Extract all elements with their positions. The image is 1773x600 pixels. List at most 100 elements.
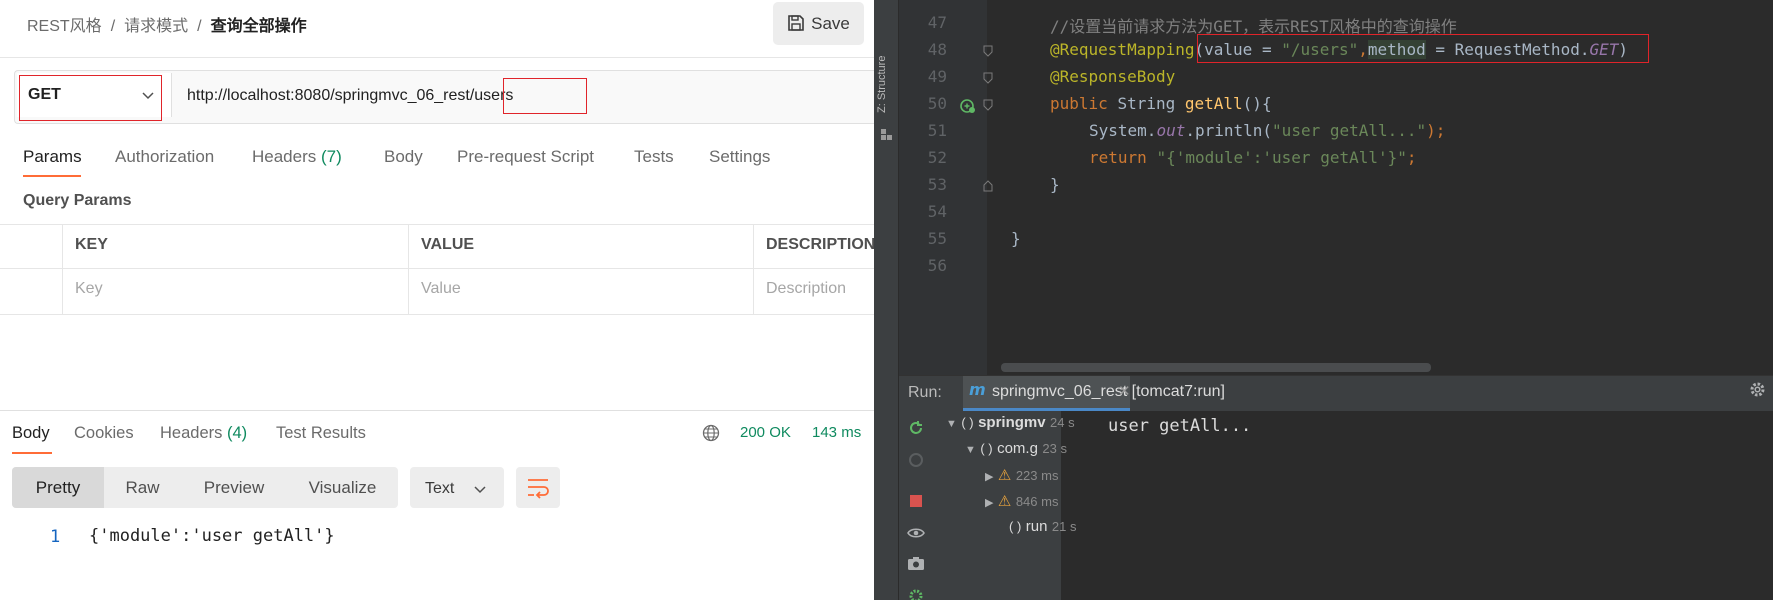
table-column-divider — [408, 224, 409, 314]
tree-node-label: run — [1025, 518, 1048, 535]
breadcrumb-separator: / — [197, 18, 202, 35]
tree-node[interactable]: ▶ ⚠ 846 ms — [985, 492, 1058, 511]
run-tab-label: springmvc_06_rest [tomcat7:run] — [992, 383, 1225, 400]
tab-tests[interactable]: Tests — [634, 147, 674, 167]
tab-authorization[interactable]: Authorization — [115, 147, 214, 167]
breadcrumb-folder[interactable]: 请求模式 — [124, 18, 188, 35]
tree-node[interactable]: ▼ ( ) springmv 24 s — [946, 414, 1075, 432]
table-border — [0, 314, 874, 315]
camera-icon[interactable] — [907, 556, 925, 571]
table-border — [0, 224, 874, 225]
code-closing-brace[interactable]: } — [1050, 175, 1060, 194]
tree-node[interactable]: ( ) run 21 s — [1009, 518, 1076, 536]
line-number: 47 — [927, 13, 947, 32]
annotation-response-body[interactable]: @ResponseBody — [1050, 67, 1175, 86]
running-icon: ( ) — [1009, 519, 1022, 534]
wrap-lines-icon — [528, 479, 549, 499]
response-tab-test-results[interactable]: Test Results — [276, 424, 366, 443]
breadcrumb: REST风格 / 请求模式 / 查询全部操作 — [27, 12, 307, 36]
expand-arrow-icon: ▶ — [985, 497, 994, 509]
horizontal-scrollbar[interactable] — [1001, 363, 1431, 372]
status-code[interactable]: 200 OK — [740, 424, 791, 441]
tree-node-time: 23 s — [1042, 441, 1067, 456]
url-highlight-box — [503, 78, 587, 114]
structure-tool-tab[interactable]: Z: Structure — [876, 45, 896, 123]
stop-icon[interactable] — [909, 494, 923, 508]
code-token: ; — [1406, 148, 1417, 167]
response-time[interactable]: 143 ms — [812, 424, 861, 441]
view-preview-button[interactable]: Preview — [181, 467, 287, 508]
structure-icon — [881, 129, 892, 140]
globe-icon[interactable] — [702, 424, 720, 442]
fold-marker-icon[interactable] — [983, 99, 993, 111]
code-line-return[interactable]: return "{'module':'user getAll'}"; — [1089, 148, 1417, 167]
running-icon: ( ) — [961, 415, 974, 430]
close-icon[interactable]: ✕ — [1118, 382, 1131, 400]
tab-prerequest-script[interactable]: Pre-request Script — [457, 147, 594, 167]
active-tab-indicator — [23, 175, 81, 177]
tree-node-label: com.g — [997, 440, 1038, 457]
method-highlight-box — [19, 75, 162, 121]
column-header-description: DESCRIPTION — [766, 236, 874, 253]
line-number: 55 — [927, 229, 947, 248]
breadcrumb-collection[interactable]: REST风格 — [27, 18, 102, 35]
rerun-failed-icon[interactable] — [908, 452, 924, 468]
tab-headers-label: Headers — [252, 147, 317, 166]
url-input[interactable]: http://localhost:8080/springmvc_06_rest/… — [187, 87, 513, 105]
response-tab-headers-count: (4) — [226, 424, 248, 442]
fold-marker-icon[interactable] — [983, 72, 993, 84]
console-output[interactable]: user getAll... — [1108, 416, 1251, 436]
code-token: .println( — [1185, 121, 1273, 140]
breadcrumb-request-name[interactable]: 查询全部操作 — [211, 18, 307, 35]
wrap-lines-button[interactable] — [516, 467, 560, 508]
tab-headers[interactable]: Headers (7) — [252, 147, 342, 167]
tab-body[interactable]: Body — [384, 147, 423, 167]
tree-node[interactable]: ▶ ⚠ 223 ms — [985, 466, 1058, 485]
expand-arrow-icon: ▼ — [965, 444, 976, 456]
response-tab-headers[interactable]: Headers (4) — [160, 424, 247, 443]
tab-settings[interactable]: Settings — [709, 147, 770, 167]
tree-node-time: 24 s — [1050, 415, 1075, 430]
response-tab-body[interactable]: Body — [12, 424, 50, 443]
postman-panel: REST风格 / 请求模式 / 查询全部操作 Save GET http://local… — [0, 0, 874, 600]
view-raw-button[interactable]: Raw — [104, 467, 181, 508]
tree-node[interactable]: ▼ ( ) com.g 23 s — [965, 440, 1067, 458]
gear-icon[interactable] — [1749, 381, 1766, 398]
header-divider — [0, 57, 874, 58]
code-token: ); — [1426, 121, 1446, 140]
expand-arrow-icon: ▼ — [946, 418, 957, 430]
code-closing-brace[interactable]: } — [1011, 229, 1021, 248]
response-tab-cookies[interactable]: Cookies — [74, 424, 134, 443]
code-line-method-signature[interactable]: public String getAll(){ — [1050, 94, 1272, 113]
code-token: String — [1117, 94, 1185, 113]
code-keyword: public — [1050, 94, 1118, 113]
code-line-println[interactable]: System.out.println("user getAll..."); — [1089, 121, 1445, 140]
eye-icon[interactable] — [907, 527, 925, 539]
rerun-icon[interactable] — [908, 420, 924, 436]
line-number: 49 — [927, 67, 947, 86]
key-input[interactable]: Key — [75, 280, 103, 298]
fold-marker-icon[interactable] — [983, 180, 993, 192]
svg-text:m: m — [969, 381, 986, 398]
view-pretty-button[interactable]: Pretty — [12, 467, 104, 508]
fold-marker-icon[interactable] — [983, 45, 993, 57]
code-function-name: getAll — [1184, 94, 1243, 113]
line-number: 52 — [927, 148, 947, 167]
code-token: out — [1156, 121, 1186, 140]
chevron-down-icon — [474, 486, 486, 494]
response-body[interactable]: {'module':'user getAll'} — [89, 526, 335, 546]
value-input[interactable]: Value — [421, 280, 461, 298]
endpoint-gutter-icon[interactable] — [960, 98, 976, 114]
tree-node-time: 846 ms — [1015, 494, 1059, 509]
query-params-title: Query Params — [23, 192, 132, 209]
line-number: 53 — [927, 175, 947, 194]
description-input[interactable]: Description — [766, 280, 846, 298]
line-number: 48 — [927, 40, 947, 59]
table-column-divider — [62, 224, 63, 314]
save-button[interactable]: Save — [773, 2, 864, 45]
maven-icon: m — [969, 381, 986, 398]
tab-params[interactable]: Params — [23, 147, 82, 167]
line-number: 56 — [927, 256, 947, 275]
view-visualize-button[interactable]: Visualize — [287, 467, 398, 508]
settings-icon[interactable] — [908, 588, 924, 600]
